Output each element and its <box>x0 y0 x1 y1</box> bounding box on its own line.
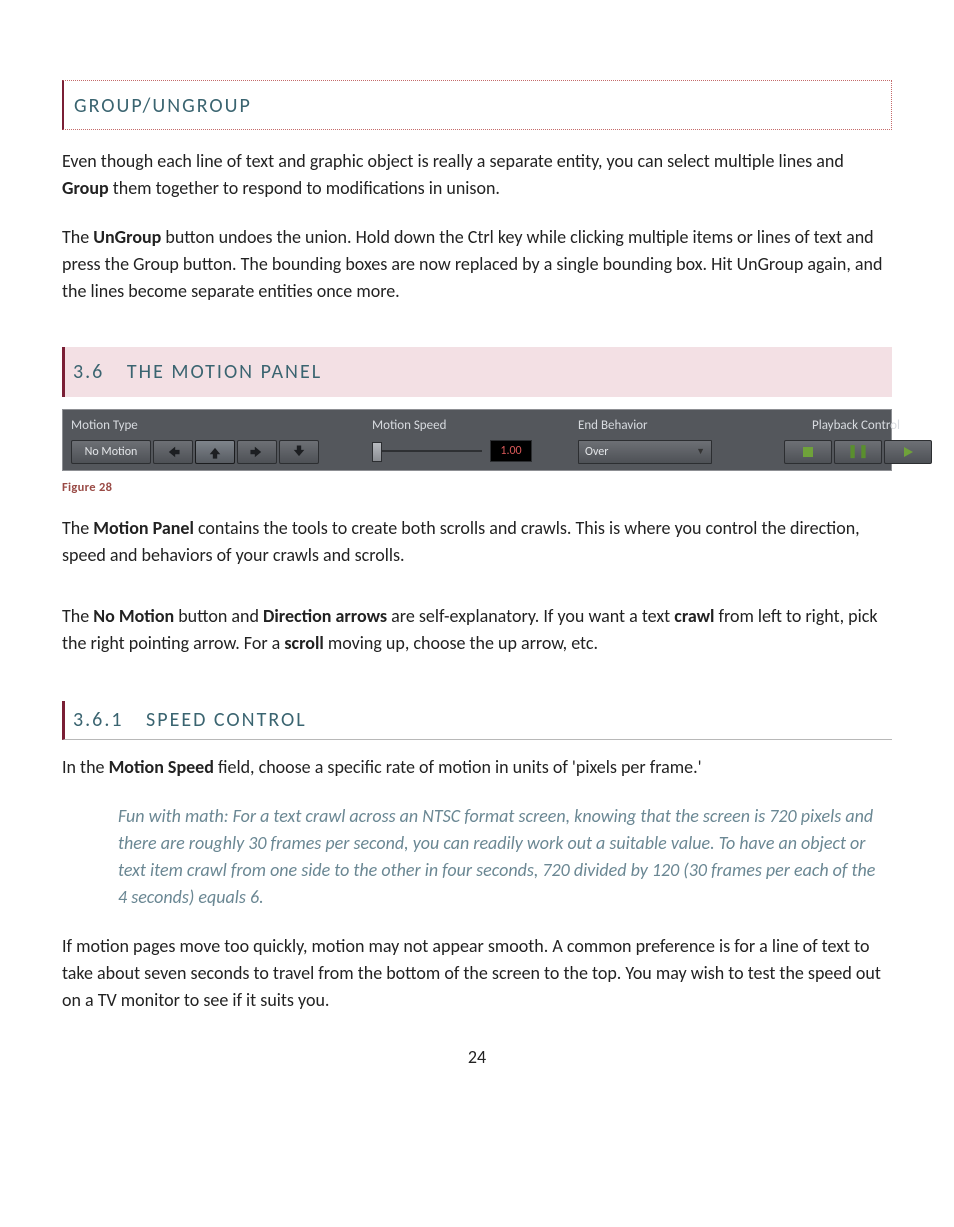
text: button and <box>174 605 263 627</box>
text: The <box>62 517 93 539</box>
bold-ungroup: UnGroup <box>93 226 161 248</box>
arrow-up-button[interactable] <box>195 440 235 464</box>
no-motion-button[interactable]: No Motion <box>71 440 151 464</box>
end-behavior-label: End Behavior <box>578 416 768 436</box>
play-button[interactable] <box>884 440 932 464</box>
figure-caption: Figure 28 <box>62 479 892 498</box>
motion-speed-value[interactable]: 1.00 <box>490 440 532 462</box>
bold-group: Group <box>62 177 109 199</box>
arrow-left-button[interactable] <box>153 440 193 464</box>
text: button undoes the union. Hold down the C… <box>62 226 882 302</box>
text: them together to respond to modification… <box>109 177 500 199</box>
group-paragraph-1: Even though each line of text and graphi… <box>62 148 892 202</box>
arrow-up-icon <box>208 445 222 459</box>
motion-panel-paragraph: The Motion Panel contains the tools to c… <box>62 515 892 569</box>
bold-no-motion: No Motion <box>93 605 174 627</box>
no-motion-button-label: No Motion <box>85 443 138 461</box>
arrow-right-icon <box>250 445 264 459</box>
text: The <box>62 226 93 248</box>
subsection-title: SPEED CONTROL <box>146 708 307 732</box>
end-behavior-group: End Behavior Over ▼ <box>570 410 776 470</box>
arrow-right-button[interactable] <box>237 440 277 464</box>
text: are self-explanatory. If you want a text <box>387 605 674 627</box>
slider-handle[interactable] <box>372 442 382 462</box>
text: The <box>62 605 93 627</box>
pause-icon: ❚❚ <box>847 442 869 462</box>
text: In the <box>62 756 109 778</box>
motion-speed-label: Motion Speed <box>372 416 562 436</box>
bold-direction-arrows: Direction arrows <box>263 605 387 627</box>
motion-type-buttons: No Motion <box>71 440 356 464</box>
section-number: 3.6 <box>73 360 120 384</box>
group-ungroup-box: GROUP/UNGROUP <box>62 80 892 130</box>
page-number: 24 <box>62 1044 892 1071</box>
section-title: THE MOTION PANEL <box>127 360 322 384</box>
text: moving up, choose the up arrow, etc. <box>324 632 598 654</box>
speed-paragraph: In the Motion Speed field, choose a spec… <box>62 754 892 781</box>
motion-type-label: Motion Type <box>71 416 356 436</box>
section-heading: 3.6 THE MOTION PANEL <box>62 347 892 397</box>
group-paragraph-2: The UnGroup button undoes the union. Hol… <box>62 224 892 305</box>
chevron-down-icon: ▼ <box>696 445 705 459</box>
subsection-number: 3.6.1 <box>73 708 140 732</box>
slider-rail <box>372 450 482 452</box>
playback-group: Playback Control ❚❚ <box>776 410 940 470</box>
arrow-left-icon <box>166 445 180 459</box>
motion-speed-slider[interactable] <box>372 440 482 462</box>
bold-scroll: scroll <box>284 632 323 654</box>
bold-motion-speed: Motion Speed <box>109 756 214 778</box>
group-ungroup-heading: GROUP/UNGROUP <box>74 91 885 121</box>
stop-icon <box>802 446 814 458</box>
playback-control-label: Playback Control <box>812 416 932 436</box>
subsection-heading: 3.6.1 SPEED CONTROL <box>62 701 892 740</box>
closing-paragraph: If motion pages move too quickly, motion… <box>62 933 892 1014</box>
arrow-down-icon <box>292 445 306 459</box>
motion-speed-group: Motion Speed 1.00 <box>364 410 570 470</box>
stop-button[interactable] <box>784 440 832 464</box>
end-behavior-value: Over <box>585 443 608 461</box>
bold-motion-panel: Motion Panel <box>93 517 194 539</box>
bold-crawl: crawl <box>674 605 714 627</box>
tip-paragraph: Fun with math: For a text crawl across a… <box>62 803 892 911</box>
motion-panel-screenshot: Motion Type No Motion Motion Speed 1.0 <box>62 409 892 471</box>
pause-button[interactable]: ❚❚ <box>834 440 882 464</box>
arrow-down-button[interactable] <box>279 440 319 464</box>
motion-type-group: Motion Type No Motion <box>63 410 364 470</box>
text: field, choose a specific rate of motion … <box>214 756 702 778</box>
play-icon <box>902 446 914 458</box>
end-behavior-dropdown[interactable]: Over ▼ <box>578 440 712 464</box>
text: Even though each line of text and graphi… <box>62 150 844 172</box>
no-motion-paragraph: The No Motion button and Direction arrow… <box>62 603 892 657</box>
